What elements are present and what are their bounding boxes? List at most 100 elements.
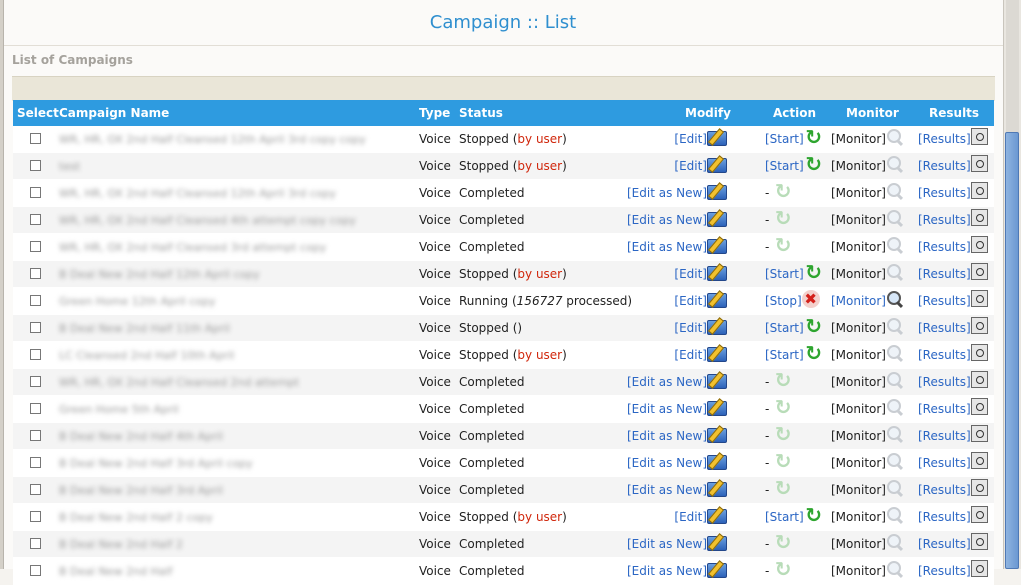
folder-edit-icon[interactable]	[707, 263, 728, 281]
results-icon[interactable]	[970, 128, 988, 145]
monitor-link[interactable]: [Monitor]	[831, 321, 886, 335]
magnifier-icon[interactable]	[886, 263, 904, 281]
results-icon[interactable]	[970, 533, 988, 550]
magnifier-icon[interactable]	[886, 290, 904, 308]
folder-edit-icon[interactable]	[707, 128, 728, 146]
select-checkbox[interactable]	[30, 376, 41, 387]
campaign-name[interactable]: Green Home 12th April copy	[59, 295, 215, 308]
campaign-name[interactable]: B Deal New 2nd Half 2 copy	[59, 511, 213, 524]
select-checkbox[interactable]	[30, 133, 41, 144]
folder-edit-icon[interactable]	[707, 398, 728, 416]
campaign-name[interactable]: B Deal New 2nd Half 3rd April copy	[59, 457, 253, 470]
results-link[interactable]: [Results]	[918, 132, 971, 146]
edit-link[interactable]: [Edit as New]	[627, 375, 707, 389]
results-icon[interactable]	[970, 371, 988, 388]
stop-x-icon[interactable]: ✖	[801, 289, 820, 308]
folder-edit-icon[interactable]	[707, 506, 728, 524]
monitor-link[interactable]: [Monitor]	[831, 213, 886, 227]
select-checkbox[interactable]	[30, 403, 41, 414]
magnifier-icon[interactable]	[886, 398, 904, 416]
edit-link[interactable]: [Edit as New]	[627, 483, 707, 497]
results-link[interactable]: [Results]	[918, 240, 971, 254]
monitor-link[interactable]: [Monitor]	[831, 132, 886, 146]
magnifier-icon[interactable]	[886, 425, 904, 443]
select-checkbox[interactable]	[30, 295, 41, 306]
edit-link[interactable]: [Edit as New]	[627, 402, 707, 416]
select-checkbox[interactable]	[30, 214, 41, 225]
folder-edit-icon[interactable]	[707, 317, 728, 335]
select-checkbox[interactable]	[30, 349, 41, 360]
vertical-scrollbar[interactable]	[1003, 0, 1021, 569]
edit-link[interactable]: [Edit]	[674, 510, 707, 524]
monitor-link[interactable]: [Monitor]	[831, 294, 886, 308]
start-link[interactable]: [Start]	[765, 321, 804, 335]
edit-link[interactable]: [Edit as New]	[627, 537, 707, 551]
select-checkbox[interactable]	[30, 457, 41, 468]
select-checkbox[interactable]	[30, 484, 41, 495]
results-link[interactable]: [Results]	[918, 456, 971, 470]
results-icon[interactable]	[970, 344, 988, 361]
results-icon[interactable]	[970, 479, 988, 496]
edit-link[interactable]: [Edit]	[674, 348, 707, 362]
edit-link[interactable]: [Edit]	[674, 132, 707, 146]
campaign-name[interactable]: LC Cleansed 2nd Half 10th April	[59, 349, 234, 362]
select-checkbox[interactable]	[30, 511, 41, 522]
folder-edit-icon[interactable]	[707, 182, 728, 200]
campaign-name[interactable]: WR, HR, OX 2nd Half Cleansed 12th April …	[59, 187, 336, 200]
results-link[interactable]: [Results]	[918, 159, 971, 173]
campaign-name[interactable]: B Deal New 2nd Half 3rd April	[59, 484, 223, 497]
edit-link[interactable]: [Edit as New]	[627, 429, 707, 443]
folder-edit-icon[interactable]	[707, 236, 728, 254]
campaign-name[interactable]: WR, HR, OX 2nd Half Cleansed 3rd attempt…	[59, 241, 326, 254]
start-link[interactable]: [Start]	[765, 132, 804, 146]
start-link[interactable]: [Start]	[765, 267, 804, 281]
results-icon[interactable]	[970, 317, 988, 334]
monitor-link[interactable]: [Monitor]	[831, 483, 886, 497]
results-link[interactable]: [Results]	[918, 186, 971, 200]
campaign-name[interactable]: B Deal New 2nd Half	[59, 565, 172, 578]
monitor-link[interactable]: [Monitor]	[831, 537, 886, 551]
refresh-icon[interactable]: ↻	[804, 262, 824, 282]
campaign-name[interactable]: test	[59, 160, 80, 173]
campaign-name[interactable]: WR, HR, OX 2nd Half Cleansed 12th April …	[59, 133, 366, 146]
select-checkbox[interactable]	[30, 430, 41, 441]
monitor-link[interactable]: [Monitor]	[831, 240, 886, 254]
results-icon[interactable]	[970, 425, 988, 442]
magnifier-icon[interactable]	[886, 155, 904, 173]
campaign-name[interactable]: B Deal New 2nd Half 11th April	[59, 322, 230, 335]
refresh-icon[interactable]: ↻	[804, 505, 824, 525]
select-checkbox[interactable]	[30, 160, 41, 171]
monitor-link[interactable]: [Monitor]	[831, 429, 886, 443]
edit-link[interactable]: [Edit as New]	[627, 240, 707, 254]
campaign-name[interactable]: B Deal New 2nd Half 12th April copy	[59, 268, 260, 281]
results-icon[interactable]	[970, 155, 988, 172]
start-link[interactable]: [Start]	[765, 510, 804, 524]
results-link[interactable]: [Results]	[918, 537, 971, 551]
monitor-link[interactable]: [Monitor]	[831, 159, 886, 173]
edit-link[interactable]: [Edit]	[674, 159, 707, 173]
refresh-icon[interactable]: ↻	[804, 154, 824, 174]
folder-edit-icon[interactable]	[707, 425, 728, 443]
edit-link[interactable]: [Edit as New]	[627, 564, 707, 578]
campaign-name[interactable]: Green Home 5th April	[59, 403, 179, 416]
magnifier-icon[interactable]	[886, 479, 904, 497]
select-checkbox[interactable]	[30, 268, 41, 279]
folder-edit-icon[interactable]	[707, 452, 728, 470]
magnifier-icon[interactable]	[886, 452, 904, 470]
results-link[interactable]: [Results]	[918, 348, 971, 362]
results-icon[interactable]	[970, 398, 988, 415]
folder-edit-icon[interactable]	[707, 209, 728, 227]
results-link[interactable]: [Results]	[918, 267, 971, 281]
magnifier-icon[interactable]	[886, 236, 904, 254]
results-link[interactable]: [Results]	[918, 510, 971, 524]
magnifier-icon[interactable]	[886, 371, 904, 389]
results-icon[interactable]	[970, 506, 988, 523]
campaign-name[interactable]: WR, HR, OX 2nd Half Cleansed 4th attempt…	[59, 214, 356, 227]
magnifier-icon[interactable]	[886, 182, 904, 200]
monitor-link[interactable]: [Monitor]	[831, 456, 886, 470]
results-link[interactable]: [Results]	[918, 483, 971, 497]
results-icon[interactable]	[970, 290, 988, 307]
campaign-name[interactable]: B Deal New 2nd Half 4th April	[59, 430, 223, 443]
edit-link[interactable]: [Edit]	[674, 294, 707, 308]
results-icon[interactable]	[970, 209, 988, 226]
